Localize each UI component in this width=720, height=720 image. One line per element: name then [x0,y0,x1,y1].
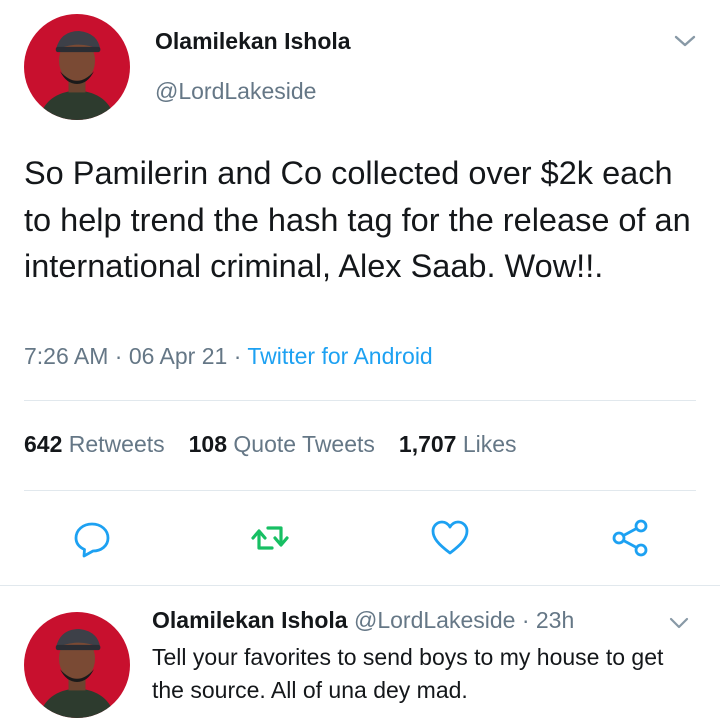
reply-text: Tell your favorites to send boys to my h… [152,644,664,703]
meta-separator: · [114,343,123,369]
reply-icon[interactable] [72,518,112,558]
reply-header: Olamilekan Ishola @LordLakeside · 23h [152,607,574,634]
tweet-date: 06 Apr 21 [128,343,228,369]
tweet-text: So Pamilerin and Co collected over $2k e… [24,155,691,284]
share-icon[interactable] [610,518,650,558]
reply-author-name[interactable]: Olamilekan Ishola [152,607,348,633]
retweets-label: Retweets [68,431,165,457]
divider [24,400,696,401]
likes-stat[interactable]: 1,707 Likes [399,431,517,457]
reply-separator: · [521,607,530,633]
quote-tweets-count: 108 [188,431,228,457]
tweet-source-link[interactable]: Twitter for Android [247,343,432,369]
author-handle[interactable]: @LordLakeside [155,78,316,105]
reply-author-avatar[interactable] [24,612,130,718]
avatar-image [24,14,130,120]
avatar-image [24,612,130,718]
divider [0,585,720,586]
meta-separator: · [233,343,242,369]
chevron-down-icon[interactable] [672,28,698,54]
tweet-time: 7:26 AM [24,343,109,369]
reply-age: 23h [535,607,575,633]
reply-author-handle[interactable]: @LordLakeside [354,607,515,633]
retweets-stat[interactable]: 642 Retweets [24,431,165,457]
tweet-stats: 642 Retweets 108 Quote Tweets 1,707 Likes [24,431,517,458]
likes-label: Likes [462,431,517,457]
retweet-icon[interactable] [250,518,290,558]
author-avatar[interactable] [24,14,130,120]
chevron-down-icon[interactable] [667,611,691,635]
retweets-count: 642 [24,431,63,457]
tweet-meta: 7:26 AM · 06 Apr 21 · Twitter for Androi… [24,343,433,370]
quote-tweets-stat[interactable]: 108 Quote Tweets [189,431,375,457]
quote-tweets-label: Quote Tweets [233,431,375,457]
author-name[interactable]: Olamilekan Ishola [155,28,351,55]
divider [24,490,696,491]
likes-count: 1,707 [398,431,457,457]
like-icon[interactable] [430,518,470,558]
